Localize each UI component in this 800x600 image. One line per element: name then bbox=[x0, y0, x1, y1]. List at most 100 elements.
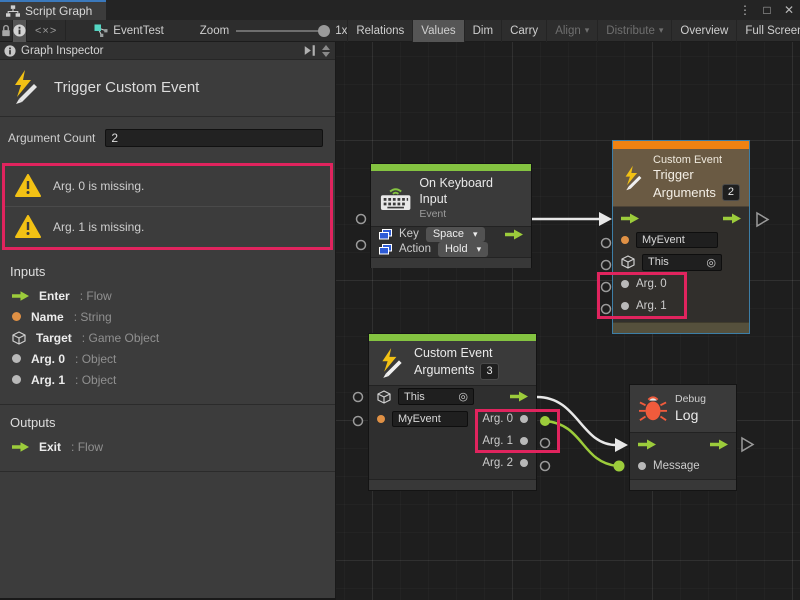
output-flow-port-icon[interactable] bbox=[757, 213, 768, 226]
chevron-down-icon: ▾ bbox=[585, 25, 590, 36]
string-port-icon[interactable] bbox=[621, 236, 629, 244]
scroll-up-icon[interactable] bbox=[322, 45, 330, 50]
flow-output-icon[interactable] bbox=[505, 229, 523, 240]
lock-button[interactable] bbox=[0, 20, 13, 42]
warning-annotation-box: Arg. 0 is missing. Arg. 1 is missing. bbox=[2, 163, 333, 250]
graph-hierarchy-icon bbox=[6, 5, 20, 18]
code-view-button[interactable]: <×> bbox=[27, 20, 66, 42]
graph-breadcrumb[interactable]: EventTest bbox=[84, 24, 174, 37]
tab-title: Script Graph bbox=[25, 4, 92, 18]
inspector-title: Graph Inspector bbox=[21, 45, 103, 57]
object-port-icon[interactable] bbox=[520, 459, 528, 467]
arg1-row: Arg. 1 bbox=[613, 295, 749, 317]
game-object-icon[interactable] bbox=[621, 255, 635, 269]
graph-inspector-panel: Graph Inspector Trigger Custom Event bbox=[0, 42, 336, 600]
zoom-value: 1x bbox=[335, 25, 347, 37]
connected-port-icon[interactable] bbox=[540, 416, 550, 426]
target-picker-icon[interactable]: ◎ bbox=[458, 390, 468, 403]
flow-output-icon[interactable] bbox=[710, 439, 728, 450]
input-port-icon[interactable] bbox=[602, 305, 611, 314]
node-header[interactable]: Custom Event Trigger Arguments 2 bbox=[613, 149, 749, 207]
inspector-header: Graph Inspector bbox=[0, 42, 335, 60]
custom-event-node[interactable]: Custom Event Arguments 3 This ◎ bbox=[368, 333, 537, 491]
unit-title: Trigger Custom Event bbox=[54, 79, 199, 96]
colon: : bbox=[75, 373, 78, 387]
object-port-icon[interactable] bbox=[621, 302, 629, 310]
arguments-label: Arguments bbox=[414, 363, 474, 379]
object-port-icon[interactable] bbox=[520, 415, 528, 423]
event-name-field[interactable]: MyEvent bbox=[636, 232, 718, 248]
port-item: Exit : Flow bbox=[12, 436, 325, 457]
object-port-icon[interactable] bbox=[638, 462, 646, 470]
tab-script-graph[interactable]: Script Graph bbox=[0, 0, 106, 20]
node-header[interactable]: Custom Event Arguments 3 bbox=[369, 341, 536, 386]
arguments-count-badge[interactable]: 3 bbox=[480, 363, 498, 380]
full-screen-button[interactable]: Full Screen bbox=[736, 20, 800, 42]
warning-row: Arg. 1 is missing. bbox=[5, 206, 330, 247]
flow-input-icon[interactable] bbox=[638, 439, 656, 450]
output-port-icon[interactable] bbox=[541, 439, 550, 448]
event-name-field[interactable]: MyEvent bbox=[392, 411, 468, 427]
scroll-down-icon[interactable] bbox=[322, 52, 330, 57]
trigger-custom-event-node[interactable]: Custom Event Trigger Arguments 2 bbox=[612, 140, 750, 334]
game-object-icon[interactable] bbox=[377, 390, 391, 404]
input-port-icon[interactable] bbox=[602, 283, 611, 292]
flow-output-icon[interactable] bbox=[723, 213, 741, 224]
chevron-down-icon: ▾ bbox=[473, 229, 478, 240]
object-port-icon[interactable] bbox=[520, 437, 528, 445]
input-port-icon[interactable] bbox=[357, 215, 366, 224]
event-color-bar bbox=[369, 334, 536, 341]
string-port-icon[interactable] bbox=[377, 415, 385, 423]
event-name-row: MyEvent bbox=[613, 229, 749, 251]
target-field[interactable]: This ◎ bbox=[642, 254, 722, 271]
input-port-icon[interactable] bbox=[354, 393, 363, 402]
input-port-icon[interactable] bbox=[602, 261, 611, 270]
target-field[interactable]: This ◎ bbox=[398, 388, 474, 405]
key-dropdown[interactable]: Space ▾ bbox=[426, 227, 485, 242]
dock-panel-icon[interactable] bbox=[303, 45, 317, 56]
toolbar-button-group: Relations Values Dim Carry Align ▾ Distr… bbox=[347, 20, 800, 42]
node-footer bbox=[613, 322, 749, 333]
output-flow-port-icon[interactable] bbox=[742, 438, 753, 451]
action-dropdown[interactable]: Hold ▾ bbox=[438, 242, 488, 257]
overview-button[interactable]: Overview bbox=[671, 20, 736, 42]
flow-row bbox=[613, 207, 749, 229]
input-port-icon[interactable] bbox=[357, 241, 366, 250]
target-picker-icon[interactable]: ◎ bbox=[706, 256, 716, 269]
window-menu-icon[interactable]: ⋮ bbox=[734, 0, 756, 20]
node-title: Custom Event bbox=[414, 346, 499, 362]
node-header[interactable]: Debug Log bbox=[630, 385, 736, 433]
object-port-icon bbox=[12, 354, 21, 363]
port-item: Name : String bbox=[12, 306, 325, 327]
flow-output-icon[interactable] bbox=[510, 391, 528, 402]
action-label: Action bbox=[399, 243, 431, 255]
flow-input-icon[interactable] bbox=[621, 213, 639, 224]
window-maximize-icon[interactable]: □ bbox=[756, 0, 778, 20]
values-button[interactable]: Values bbox=[412, 20, 463, 42]
connected-port-icon[interactable] bbox=[614, 461, 625, 472]
scroll-stepper[interactable] bbox=[322, 45, 331, 57]
dim-button[interactable]: Dim bbox=[464, 20, 501, 42]
flow-arrowhead-icon bbox=[599, 212, 612, 226]
input-port-icon[interactable] bbox=[354, 417, 363, 426]
debug-log-node[interactable]: Debug Log Message bbox=[629, 384, 737, 491]
argument-count-input[interactable] bbox=[105, 129, 323, 147]
node-header[interactable]: On Keyboard Input Event bbox=[371, 171, 531, 227]
zoom-slider[interactable] bbox=[236, 30, 328, 32]
input-port-icon[interactable] bbox=[602, 239, 611, 248]
graph-canvas[interactable]: On Keyboard Input Event Key Space ▾ bbox=[336, 42, 800, 600]
message-row: Message bbox=[630, 455, 736, 477]
argument-count-label: Argument Count bbox=[8, 131, 95, 145]
warning-text: Arg. 0 is missing. bbox=[53, 179, 144, 193]
message-label: Message bbox=[653, 460, 700, 472]
object-port-icon[interactable] bbox=[621, 280, 629, 288]
inspector-toggle-button[interactable] bbox=[13, 20, 27, 42]
on-keyboard-input-node[interactable]: On Keyboard Input Event Key Space ▾ bbox=[370, 163, 532, 268]
output-port-icon[interactable] bbox=[541, 462, 550, 471]
carry-button[interactable]: Carry bbox=[501, 20, 546, 42]
zoom-slider-handle[interactable] bbox=[318, 25, 330, 37]
arguments-count-badge[interactable]: 2 bbox=[722, 184, 740, 201]
relations-button[interactable]: Relations bbox=[347, 20, 412, 42]
window-close-icon[interactable]: ✕ bbox=[778, 0, 800, 20]
keyboard-icon bbox=[380, 184, 411, 212]
